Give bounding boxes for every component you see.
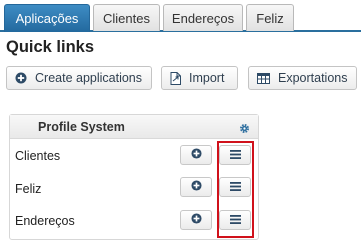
exportations-label: Exportations: [278, 71, 348, 85]
row-label-enderecos: Endereços: [15, 214, 75, 228]
tab-label: Aplicações: [15, 11, 79, 26]
tab-feliz[interactable]: Feliz: [246, 4, 294, 31]
tab-enderecos[interactable]: Endereços: [163, 4, 243, 31]
add-feliz-button[interactable]: [180, 177, 212, 197]
tab-bar: Aplicações Clientes Endereços Feliz: [0, 0, 361, 32]
file-import-icon: [170, 71, 181, 85]
import-button[interactable]: Import: [161, 66, 238, 90]
plus-circle-icon: [190, 211, 202, 229]
highlight-box: [217, 141, 254, 238]
add-enderecos-button[interactable]: [180, 210, 212, 230]
tab-label: Clientes: [103, 10, 150, 26]
plus-circle-icon: [190, 178, 202, 196]
plus-circle-icon: [190, 146, 202, 164]
import-label: Import: [189, 71, 225, 85]
gear-icon[interactable]: [239, 121, 250, 139]
row-label-feliz: Feliz: [15, 182, 42, 196]
plus-circle-icon: [15, 72, 27, 84]
panel-title: Profile System: [38, 120, 125, 134]
create-applications-label: Create applications: [35, 71, 143, 85]
tab-clientes[interactable]: Clientes: [93, 4, 160, 31]
tab-aplicacoes[interactable]: Aplicações: [4, 4, 90, 32]
add-clientes-button[interactable]: [180, 145, 212, 165]
tab-label: Endereços: [171, 10, 235, 26]
create-applications-button[interactable]: Create applications: [6, 66, 152, 90]
exportations-button[interactable]: Exportations: [248, 66, 357, 90]
row-label-clientes: Clientes: [15, 149, 61, 163]
table-icon: [257, 72, 270, 84]
page-title: Quick links: [6, 38, 95, 56]
panel-header: Profile System: [10, 115, 258, 139]
tab-label: Feliz: [256, 10, 284, 26]
